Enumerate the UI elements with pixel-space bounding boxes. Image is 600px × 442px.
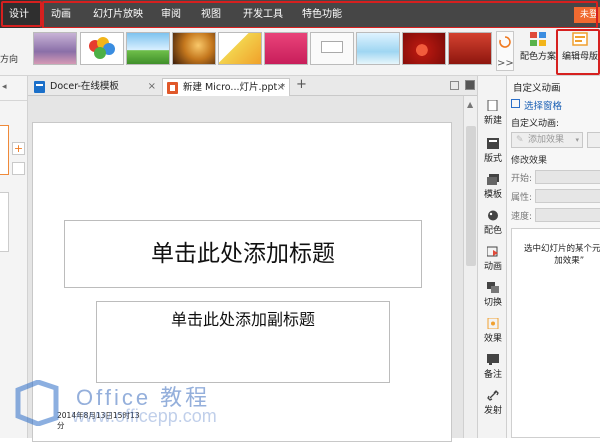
close-icon[interactable]: × (148, 78, 156, 95)
sidebar-label-color: 配色 (483, 226, 502, 236)
subtitle-placeholder[interactable]: 单击此处添加副标题 (96, 301, 390, 383)
color-scheme-button[interactable]: 配色方案 (519, 30, 557, 72)
sidebar-item-send[interactable]: 发射 (478, 390, 508, 416)
effect-icon (487, 318, 499, 329)
add-slide-icon[interactable]: + (12, 142, 25, 155)
template-thumb-2[interactable] (80, 32, 124, 65)
add-effect-button[interactable]: ✎ 添加效果 ▾ (511, 132, 583, 148)
speed-label: 速度: (511, 212, 533, 222)
custom-animation-pane: 自定义动画 选择窗格 自定义动画: ✎ 添加效果 ▾ 修改效果 开始: 属性: … (507, 76, 600, 438)
notes-icon (487, 354, 499, 365)
panel-arrow-icon[interactable]: ◂ (2, 82, 7, 92)
new-tab-button[interactable]: + (296, 77, 307, 92)
template-thumb-6[interactable] (264, 32, 308, 65)
slide-thumbnail[interactable] (0, 125, 9, 175)
remove-effect-button[interactable] (587, 132, 600, 148)
watermark-url: www.officepp.com (72, 406, 217, 426)
sidebar-item-color[interactable]: 配色 (478, 210, 508, 236)
tab-new-presentation[interactable]: 新建 Micro...灯片.ppt * × (162, 78, 290, 96)
highlight-box-menubar (42, 1, 598, 29)
ppt-file-icon (167, 82, 178, 94)
tab-docer-label: Docer-在线模板 (50, 81, 119, 92)
animation-hint: 选中幻灯片的某个元 加效果” (524, 243, 600, 267)
sidebar-item-animation[interactable]: 动画 (478, 246, 508, 272)
vertical-scrollbar[interactable]: ▲ (463, 96, 477, 438)
sidebar-label-layout: 版式 (483, 154, 502, 164)
office-logo-icon (15, 380, 59, 426)
window-restore-icon[interactable] (450, 81, 459, 90)
hint-line-2: 加效果” (554, 256, 585, 266)
ribbon: >> 配色方案 编辑母版 (0, 28, 600, 76)
animation-list[interactable]: 选中幻灯片的某个元 加效果” (511, 228, 600, 438)
template-thumb-7[interactable] (310, 32, 354, 65)
template-thumb-1[interactable] (33, 32, 77, 65)
template-thumb-10[interactable] (448, 32, 492, 65)
scroll-thumb[interactable] (466, 126, 476, 266)
sidebar-label-new: 新建 (483, 116, 502, 126)
pencil-icon: ✎ (516, 135, 524, 145)
tab-docer-templates[interactable]: Docer-在线模板 × (30, 78, 160, 96)
new-icon (487, 100, 498, 111)
sidebar-item-template[interactable]: 模板 (478, 174, 508, 200)
layout-icon (487, 138, 499, 149)
color-icon (488, 210, 498, 221)
orientation-label[interactable]: 方向 (0, 52, 18, 65)
window-fullscreen-icon[interactable] (465, 80, 475, 90)
template-thumb-8[interactable] (356, 32, 400, 65)
sidebar-item-notes[interactable]: 备注 (478, 354, 508, 380)
scroll-up-icon[interactable]: ▲ (467, 100, 473, 109)
slide-thumbnail-2[interactable] (0, 192, 9, 252)
highlight-box-edit-master (556, 29, 600, 75)
template-thumb-5[interactable] (218, 32, 262, 65)
selection-pane-link[interactable]: 选择窗格 (524, 98, 562, 112)
template-thumb-4[interactable] (172, 32, 216, 65)
sidebar-label-send: 发射 (483, 406, 502, 416)
more-templates-button[interactable]: >> (496, 31, 514, 71)
sidebar-label-effect: 效果 (483, 334, 502, 344)
task-sidebar: 新建 版式 模板 配色 动画 切换 效果 备注 发射 (477, 76, 507, 438)
highlight-box-design-tab (1, 1, 42, 27)
start-label: 开始: (511, 174, 533, 184)
start-select[interactable] (535, 170, 600, 184)
template-icon (487, 174, 499, 185)
sidebar-item-layout[interactable]: 版式 (478, 138, 508, 164)
transition-icon (487, 282, 499, 293)
panel-divider (0, 100, 27, 101)
add-effect-label: 添加效果 (528, 135, 565, 145)
sidebar-item-new[interactable]: 新建 (478, 100, 508, 126)
sidebar-label-animation: 动画 (483, 262, 502, 272)
pane-title[interactable]: 自定义动画 (513, 80, 561, 94)
modify-effect-label: 修改效果 (511, 156, 548, 166)
document-tab-bar: Docer-在线模板 × 新建 Micro...灯片.ppt * × + (28, 76, 483, 96)
sidebar-label-template: 模板 (483, 190, 502, 200)
property-label: 属性: (511, 193, 533, 203)
property-select[interactable] (535, 189, 600, 203)
link-icon (487, 390, 499, 401)
custom-animation-label: 自定义动画: (511, 119, 560, 129)
color-scheme-label: 配色方案 (519, 52, 556, 62)
blank-slide-shape (321, 41, 343, 53)
animation-icon (487, 246, 498, 257)
sidebar-item-effect[interactable]: 效果 (478, 318, 508, 344)
tab-presentation-label: 新建 Micro...灯片.ppt * (183, 82, 286, 93)
watermark: Office 教程 www.officepp.com (14, 380, 274, 438)
title-placeholder[interactable]: 单击此处添加标题 (64, 220, 422, 288)
dropdown-arrow-icon: ▾ (575, 136, 579, 144)
sidebar-label-transition: 切换 (483, 298, 502, 308)
close-icon[interactable]: × (277, 79, 285, 96)
color-circles-icon (89, 37, 115, 59)
new-slide-icon[interactable] (12, 162, 25, 175)
selection-pane-icon (511, 99, 520, 108)
sidebar-label-notes: 备注 (483, 370, 502, 380)
refresh-icon (499, 36, 511, 48)
sidebar-item-transition[interactable]: 切换 (478, 282, 508, 308)
template-thumb-3[interactable] (126, 32, 170, 65)
palette-icon (530, 32, 546, 46)
hint-line-1: 选中幻灯片的某个元 (524, 244, 600, 254)
docer-icon (34, 81, 45, 93)
more-label: >> (497, 58, 514, 69)
template-thumb-9[interactable] (402, 32, 446, 65)
speed-select[interactable] (535, 208, 600, 222)
